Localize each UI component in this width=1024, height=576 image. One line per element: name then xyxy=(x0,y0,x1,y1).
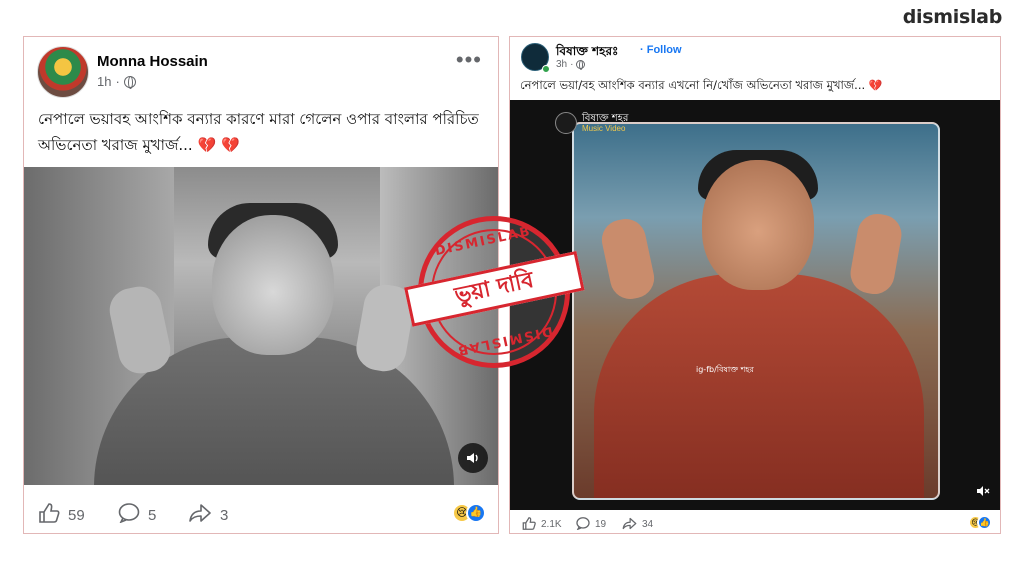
dismislab-logo: dismislab xyxy=(902,6,1003,28)
more-icon[interactable]: ••• xyxy=(456,47,482,73)
comment-count: 19 xyxy=(595,519,607,530)
share-button[interactable]: 34 xyxy=(622,517,653,532)
globe-icon xyxy=(123,75,136,89)
globe-icon xyxy=(576,60,586,70)
person-head xyxy=(702,160,814,290)
post-video[interactable]: বিষাক্ত শহর Music Video ig-fb/বিষাক্ত শহ… xyxy=(510,100,1000,510)
comment-icon xyxy=(576,517,590,532)
comment-count: 5 xyxy=(148,506,157,524)
post-time[interactable]: 3h xyxy=(556,59,567,70)
share-icon xyxy=(188,503,212,527)
like-reaction-icon: 👍 xyxy=(466,503,486,523)
post-meta: 3h · xyxy=(556,59,586,70)
online-indicator xyxy=(542,65,550,73)
person-hand xyxy=(598,215,658,303)
comment-button[interactable]: 5 xyxy=(118,503,156,527)
share-button[interactable]: 3 xyxy=(188,503,228,527)
like-icon xyxy=(522,517,536,532)
post-text: নেপালে ভয়া/বহ আংশিক বন্যার এখনো নি/খোঁজ… xyxy=(520,77,990,96)
channel-subtitle: Music Video xyxy=(582,124,626,133)
comment-icon xyxy=(118,503,140,527)
video-frame xyxy=(572,122,940,500)
post-actions: 2.1K 19 34 😢 👍 xyxy=(510,515,1000,533)
channel-name: বিষাক্ত শহর xyxy=(582,113,629,124)
author-name[interactable]: Monna Hossain xyxy=(97,53,208,70)
post-time[interactable]: 1h xyxy=(97,74,111,89)
volume-icon[interactable] xyxy=(458,443,488,473)
avatar[interactable] xyxy=(37,46,89,98)
person-hand xyxy=(847,210,905,298)
post-meta: 1h · xyxy=(97,74,136,89)
like-count: 59 xyxy=(68,506,85,524)
share-count: 3 xyxy=(220,506,229,524)
broken-heart-emoji: 💔 💔 xyxy=(197,136,240,154)
like-count: 2.1K xyxy=(541,519,562,530)
mute-icon[interactable] xyxy=(976,485,990,500)
comment-button[interactable]: 19 xyxy=(576,517,606,532)
meta-separator: · xyxy=(115,74,120,89)
broken-heart-emoji: 💔 xyxy=(868,79,883,92)
follow-button[interactable]: · Follow xyxy=(640,44,682,56)
post-text-body: নেপালে ভয়া/বহ আংশিক বন্যার এখনো নি/খোঁজ… xyxy=(520,78,866,92)
post-text-body: নেপালে ভয়াবহ আংশিক বন্যার কারণে মারা গে… xyxy=(38,110,479,154)
post-text: নেপালে ভয়াবহ আংশিক বন্যার কারণে মারা গে… xyxy=(38,106,488,158)
person-head xyxy=(212,215,334,355)
post-actions: 59 5 3 😢 👍 xyxy=(24,499,498,529)
like-button[interactable]: 59 xyxy=(38,503,85,527)
video-watermark: ig-fb/বিষাক্ত শহর xyxy=(696,365,754,374)
video-channel-badge: বিষাক্ত শহর Music Video xyxy=(555,112,628,134)
like-button[interactable]: 2.1K xyxy=(522,517,562,532)
channel-text: বিষাক্ত শহর Music Video xyxy=(582,113,628,133)
reaction-summary[interactable]: 😢 👍 xyxy=(452,503,486,523)
like-reaction-icon: 👍 xyxy=(977,515,992,530)
like-icon xyxy=(38,503,60,527)
share-icon xyxy=(622,517,637,532)
reaction-summary[interactable]: 😢 👍 xyxy=(968,515,992,530)
channel-logo xyxy=(555,112,577,134)
meta-separator: · xyxy=(570,59,574,70)
person-body xyxy=(594,274,924,498)
share-count: 34 xyxy=(642,519,654,530)
